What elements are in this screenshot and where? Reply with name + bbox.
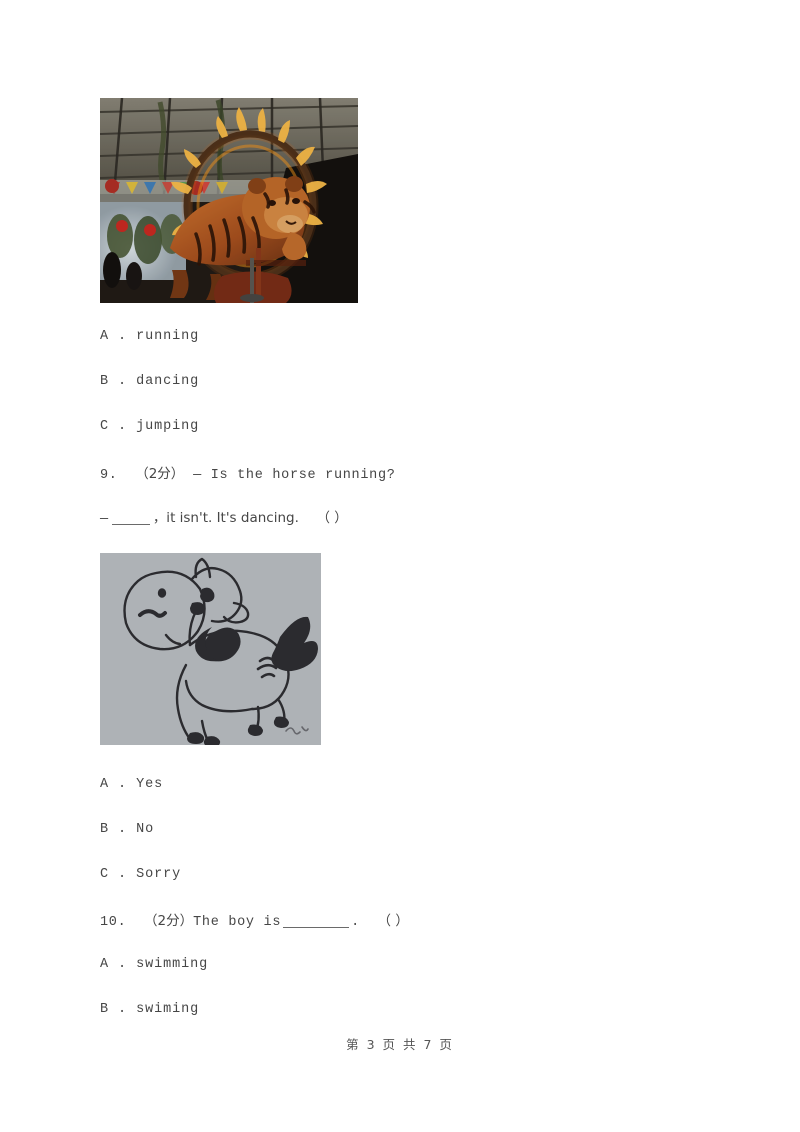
q9-stem-line1: 9. （2分） — Is the horse running?: [100, 462, 396, 483]
q8-option-c-text: jumping: [136, 419, 200, 434]
page-footer: 第 3 页 共 7 页: [346, 1037, 454, 1052]
q9-answer-bracket[interactable]: （ ）: [316, 510, 347, 526]
q8-option-a-letter: A: [100, 329, 110, 344]
q9-option-a-sep: .: [118, 777, 128, 792]
q9-option-c-sep: .: [118, 867, 128, 882]
document-page: A . running B . dancing C . jumping 9. （…: [0, 0, 800, 1132]
q9-option-c-text: Sorry: [136, 867, 182, 882]
q9-score: （2分）: [135, 466, 185, 482]
q8-option-b-text: dancing: [136, 374, 200, 389]
q10-number: 10.: [100, 915, 127, 930]
q9-option-a-letter: A: [100, 777, 110, 792]
q9-stem-text1: — Is the horse running?: [193, 468, 396, 483]
q9-option-a-text: Yes: [136, 777, 164, 792]
q9-option-b: B . No: [100, 822, 154, 837]
q10-stem-before: The boy is: [193, 915, 282, 930]
q9-option-b-letter: B: [100, 822, 110, 837]
q8-option-b: B . dancing: [100, 374, 199, 389]
q10-option-a-text: swimming: [136, 957, 209, 972]
q10-stem: 10. （2分）The boy is. （ ）: [100, 909, 409, 930]
q10-option-b-text: swiming: [136, 1002, 200, 1017]
q10-score: （2分）: [144, 913, 194, 929]
q8-option-b-letter: B: [100, 374, 110, 389]
q8-option-a-text: running: [136, 329, 200, 344]
q8-option-a-sep: .: [118, 329, 128, 344]
q10-option-a-sep: .: [118, 957, 128, 972]
q9-number: 9.: [100, 468, 118, 483]
tiger-jumping-through-fire-ring-photo: [100, 98, 358, 303]
q9-option-c-letter: C: [100, 867, 110, 882]
q9-option-a: A . Yes: [100, 777, 163, 792]
q9-stem-text2: ，it isn't. It's dancing.: [152, 510, 299, 526]
q9-option-c: C . Sorry: [100, 867, 181, 882]
q10-answer-bracket[interactable]: （ ）: [378, 913, 409, 929]
q9-dash: —: [100, 512, 109, 527]
q8-option-b-sep: .: [118, 374, 128, 389]
q10-option-a: A . swimming: [100, 957, 208, 972]
q8-option-c-letter: C: [100, 419, 110, 434]
q9-option-b-sep: .: [118, 822, 128, 837]
horse-dancing-line-drawing: [100, 553, 321, 745]
q10-option-b: B . swiming: [100, 1002, 199, 1017]
q10-option-a-letter: A: [100, 957, 110, 972]
q9-option-b-text: No: [136, 822, 155, 837]
q10-option-b-letter: B: [100, 1002, 110, 1017]
q9-answer-blank[interactable]: [111, 524, 150, 525]
q10-stem-after: .: [351, 915, 360, 930]
q9-stem-line2: — ，it isn't. It's dancing. （ ）: [100, 506, 348, 527]
q8-option-a: A . running: [100, 329, 199, 344]
q8-option-c-sep: .: [118, 419, 128, 434]
q10-option-b-sep: .: [118, 1002, 128, 1017]
q10-answer-blank[interactable]: [283, 927, 350, 928]
q8-option-c: C . jumping: [100, 419, 199, 434]
